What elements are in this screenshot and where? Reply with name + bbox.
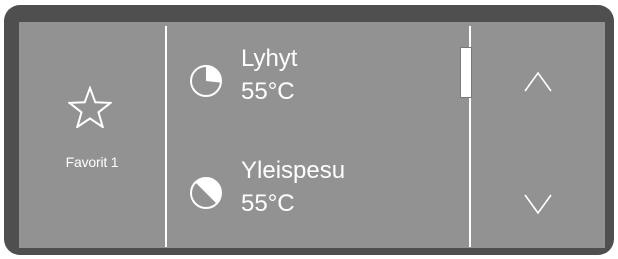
pie-partial-icon [190, 65, 222, 97]
program-item-yleispesu[interactable]: Yleispesu 55°C [189, 159, 459, 239]
program-temperature: 55°C [241, 78, 295, 105]
pie-half-icon [190, 177, 222, 209]
left-divider [165, 26, 167, 247]
scrollbar-thumb[interactable] [460, 47, 472, 98]
program-name: Yleispesu [241, 157, 346, 184]
program-temperature: 55°C [241, 190, 295, 217]
chevron-down-icon[interactable] [523, 193, 553, 215]
star-icon [68, 86, 112, 128]
display-bezel: Favorit 1 Lyhyt 55°C Yleispesu 55°C [4, 5, 614, 255]
favorite-button[interactable]: Favorit 1 [19, 22, 165, 248]
program-name: Lyhyt [241, 45, 298, 72]
favorite-label: Favorit 1 [65, 154, 119, 170]
chevron-up-icon[interactable] [523, 71, 553, 93]
program-item-lyhyt[interactable]: Lyhyt 55°C [189, 47, 459, 127]
display-screen: Favorit 1 Lyhyt 55°C Yleispesu 55°C [19, 22, 605, 248]
